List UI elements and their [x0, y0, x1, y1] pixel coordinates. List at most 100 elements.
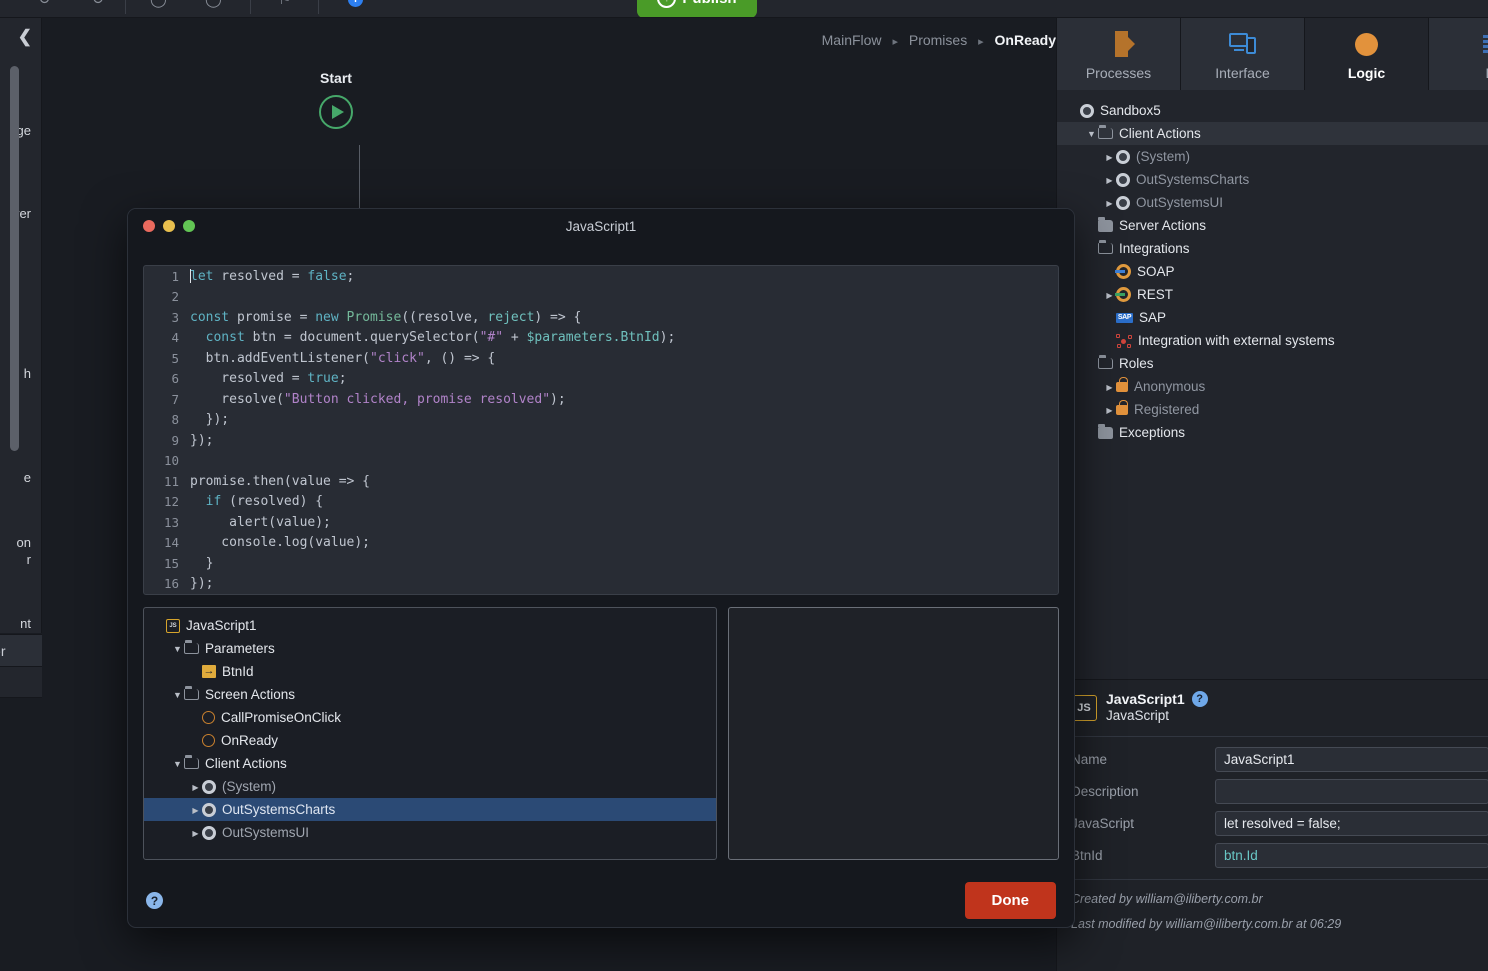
flag-icon[interactable]: ⚑: [278, 0, 291, 8]
code-line[interactable]: 2: [144, 287, 1058, 308]
code-line[interactable]: 5 btn.addEventListener("click", () => {: [144, 348, 1058, 369]
property-input-javascript[interactable]: let resolved = false;: [1215, 810, 1488, 836]
code-line[interactable]: 15 }: [144, 553, 1058, 574]
undo-icon[interactable]: ↻: [38, 0, 51, 8]
code-line[interactable]: 8 });: [144, 410, 1058, 431]
property-input-btnid[interactable]: btn.Id: [1215, 842, 1488, 868]
line-content[interactable]: });: [190, 412, 230, 427]
tree-item-outsystemsui[interactable]: OutSystemsUI: [1057, 191, 1488, 214]
tree-item-system[interactable]: (System): [1057, 145, 1488, 168]
tree-item-soap[interactable]: SOAP: [1057, 260, 1488, 283]
left-panel-scrollbar[interactable]: [10, 66, 19, 451]
publish-button[interactable]: ↑ Publish: [637, 0, 757, 17]
tree-item-exceptions[interactable]: Exceptions: [1057, 421, 1488, 444]
expand-arrow-icon[interactable]: [1085, 129, 1098, 139]
code-line[interactable]: 12 if (resolved) {: [144, 492, 1058, 513]
toolbox-item-4[interactable]: on: [17, 535, 31, 551]
tree-item-server-actions[interactable]: Server Actions: [1057, 214, 1488, 237]
collapse-arrow-icon[interactable]: [1103, 405, 1116, 415]
collapse-arrow-icon[interactable]: [1103, 152, 1116, 162]
line-content[interactable]: let resolved = false;: [190, 268, 354, 284]
property-input-name[interactable]: JavaScript1: [1215, 746, 1488, 772]
code-line[interactable]: 11 promise.then(value => {: [144, 471, 1058, 492]
tree-item-sandbox5[interactable]: Sandbox5: [1057, 99, 1488, 122]
collapse-panel-icon[interactable]: ❮: [18, 27, 32, 47]
tab-data[interactable]: D: [1429, 18, 1488, 90]
tree-item-javascript1[interactable]: JS JavaScript1: [144, 614, 716, 637]
toolbox-item-2[interactable]: h: [24, 366, 31, 382]
tree-item-registered[interactable]: Registered: [1057, 398, 1488, 421]
info-icon[interactable]: i: [348, 0, 363, 7]
collapse-arrow-icon[interactable]: [189, 782, 202, 792]
clock-icon[interactable]: ◯: [150, 0, 167, 8]
code-line[interactable]: 7 resolve("Button clicked, promise resol…: [144, 389, 1058, 410]
tree-item-callpromiseonclick[interactable]: CallPromiseOnClick: [144, 706, 716, 729]
toolbox-item-6[interactable]: nt: [20, 616, 31, 632]
line-content[interactable]: });: [190, 576, 213, 591]
line-content[interactable]: const btn = document.querySelector("#" +…: [190, 330, 676, 345]
breadcrumb-item-onready[interactable]: OnReady: [995, 32, 1056, 48]
code-line[interactable]: 6 resolved = true;: [144, 369, 1058, 390]
tree-item-client-actions[interactable]: Client Actions: [144, 752, 716, 775]
line-content[interactable]: promise.then(value => {: [190, 474, 370, 489]
toolbox-item-5[interactable]: r: [27, 552, 31, 568]
property-input-description[interactable]: [1215, 778, 1488, 804]
code-line[interactable]: 4 const btn = document.querySelector("#"…: [144, 328, 1058, 349]
code-line[interactable]: 14 console.log(value);: [144, 533, 1058, 554]
play-circle-icon[interactable]: [319, 95, 353, 129]
start-node[interactable]: Start: [276, 70, 396, 129]
tab-logic[interactable]: Logic: [1305, 18, 1429, 90]
line-content[interactable]: });: [190, 433, 213, 448]
tree-item-roles[interactable]: Roles: [1057, 352, 1488, 375]
tree-item-integrations[interactable]: Integrations: [1057, 237, 1488, 260]
line-content[interactable]: const promise = new Promise((resolve, re…: [190, 310, 581, 325]
javascript-editor-modal[interactable]: JavaScript1 1 let resolved = false; 2 3 cons…: [127, 208, 1075, 928]
tree-item-system[interactable]: (System): [144, 775, 716, 798]
logic-tree[interactable]: Sandbox5 Client Actions (System) OutSystems…: [1057, 90, 1488, 444]
collapse-arrow-icon[interactable]: [1103, 198, 1116, 208]
collapse-arrow-icon[interactable]: [1103, 175, 1116, 185]
tree-item-outsystemscharts[interactable]: OutSystemsCharts: [144, 798, 716, 821]
collapse-arrow-icon[interactable]: [189, 805, 202, 815]
line-content[interactable]: console.log(value);: [190, 535, 370, 550]
tree-item-screen-actions[interactable]: Screen Actions: [144, 683, 716, 706]
tree-item-sap[interactable]: SAP SAP: [1057, 306, 1488, 329]
code-line[interactable]: 16});: [144, 574, 1058, 595]
toolbox-item-3[interactable]: e: [24, 470, 31, 486]
code-line[interactable]: 1 let resolved = false;: [144, 266, 1058, 287]
line-content[interactable]: resolved = true;: [190, 371, 346, 386]
collapse-arrow-icon[interactable]: [1103, 382, 1116, 392]
tab-interface[interactable]: Interface: [1181, 18, 1305, 90]
code-editor[interactable]: 1 let resolved = false; 2 3 const promise = …: [143, 265, 1059, 595]
code-line[interactable]: 13 alert(value);: [144, 512, 1058, 533]
detail-pane[interactable]: [728, 607, 1059, 860]
expand-arrow-icon[interactable]: [171, 759, 184, 769]
line-content[interactable]: }: [190, 556, 214, 571]
expand-arrow-icon[interactable]: [171, 690, 184, 700]
line-content[interactable]: resolve("Button clicked, promise resolve…: [190, 392, 565, 407]
line-content[interactable]: if (resolved) {: [190, 494, 323, 509]
code-line[interactable]: 9});: [144, 430, 1058, 451]
done-button[interactable]: Done: [964, 882, 1056, 919]
expand-arrow-icon[interactable]: [171, 644, 184, 654]
tree-item-client-actions[interactable]: Client Actions: [1057, 122, 1488, 145]
modal-title-bar[interactable]: JavaScript1: [128, 209, 1074, 243]
tab-processes[interactable]: Processes: [1057, 18, 1181, 90]
code-line[interactable]: 10: [144, 451, 1058, 472]
tree-item-outsystemsui[interactable]: OutSystemsUI: [144, 821, 716, 844]
tree-item-anonymous[interactable]: Anonymous: [1057, 375, 1488, 398]
question-circle-icon[interactable]: ?: [146, 892, 163, 909]
tree-item-rest[interactable]: REST: [1057, 283, 1488, 306]
collapse-arrow-icon[interactable]: [189, 828, 202, 838]
code-line[interactable]: 3 const promise = new Promise((resolve, r…: [144, 307, 1058, 328]
tree-item-btnid[interactable]: → BtnId: [144, 660, 716, 683]
line-content[interactable]: btn.addEventListener("click", () => {: [190, 351, 496, 366]
history-icon[interactable]: ◯: [205, 0, 222, 8]
tree-item-integration-with-external-systems[interactable]: Integration with external systems: [1057, 329, 1488, 352]
scope-tree[interactable]: JS JavaScript1 Parameters → BtnId Screen Acti…: [143, 607, 717, 860]
question-circle-icon[interactable]: ?: [1191, 691, 1208, 707]
tree-item-onready[interactable]: OnReady: [144, 729, 716, 752]
redo-icon[interactable]: ↺: [92, 0, 105, 8]
breadcrumb-item-promises[interactable]: Promises: [909, 32, 967, 48]
line-content[interactable]: alert(value);: [190, 515, 331, 530]
